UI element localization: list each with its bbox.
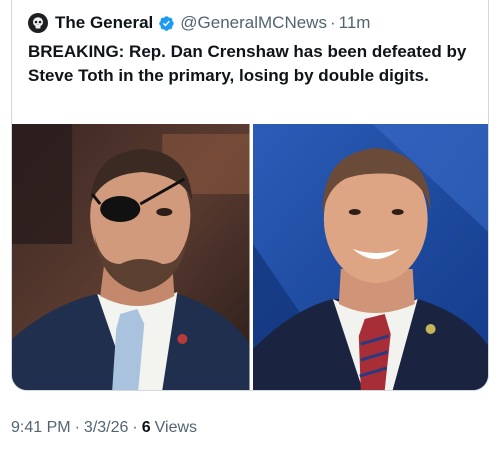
verified-badge-icon bbox=[158, 15, 175, 32]
author-name[interactable]: The General bbox=[55, 13, 153, 33]
separator-dot: · bbox=[329, 13, 336, 32]
views-label[interactable]: Views bbox=[155, 419, 197, 437]
tweet-date[interactable]: 3/3/26 bbox=[84, 419, 128, 437]
meta-dot: · bbox=[74, 419, 80, 436]
meta-dot: · bbox=[132, 419, 138, 436]
views-count[interactable]: 6 bbox=[142, 419, 151, 437]
tweet-meta: 9:41 PM · 3/3/26 · 6 Views bbox=[11, 417, 197, 439]
quoted-tweet-card[interactable]: The General @GeneralMCNews · 11m BREAKIN… bbox=[11, 0, 489, 391]
left-photo[interactable] bbox=[12, 124, 250, 390]
quoted-tweet-text: BREAKING: Rep. Dan Crenshaw has been def… bbox=[28, 42, 467, 85]
skull-avatar-icon[interactable] bbox=[28, 13, 48, 33]
tweet-detail: The General @GeneralMCNews · 11m BREAKIN… bbox=[0, 0, 500, 449]
tweet-time[interactable]: 9:41 PM bbox=[11, 419, 71, 437]
quoted-tweet-header: The General @GeneralMCNews · 11m bbox=[28, 12, 370, 34]
tweet-time-ago[interactable]: 11m bbox=[339, 13, 371, 33]
right-photo[interactable] bbox=[252, 124, 488, 390]
media-grid bbox=[12, 124, 488, 390]
author-handle[interactable]: @GeneralMCNews bbox=[180, 13, 327, 33]
